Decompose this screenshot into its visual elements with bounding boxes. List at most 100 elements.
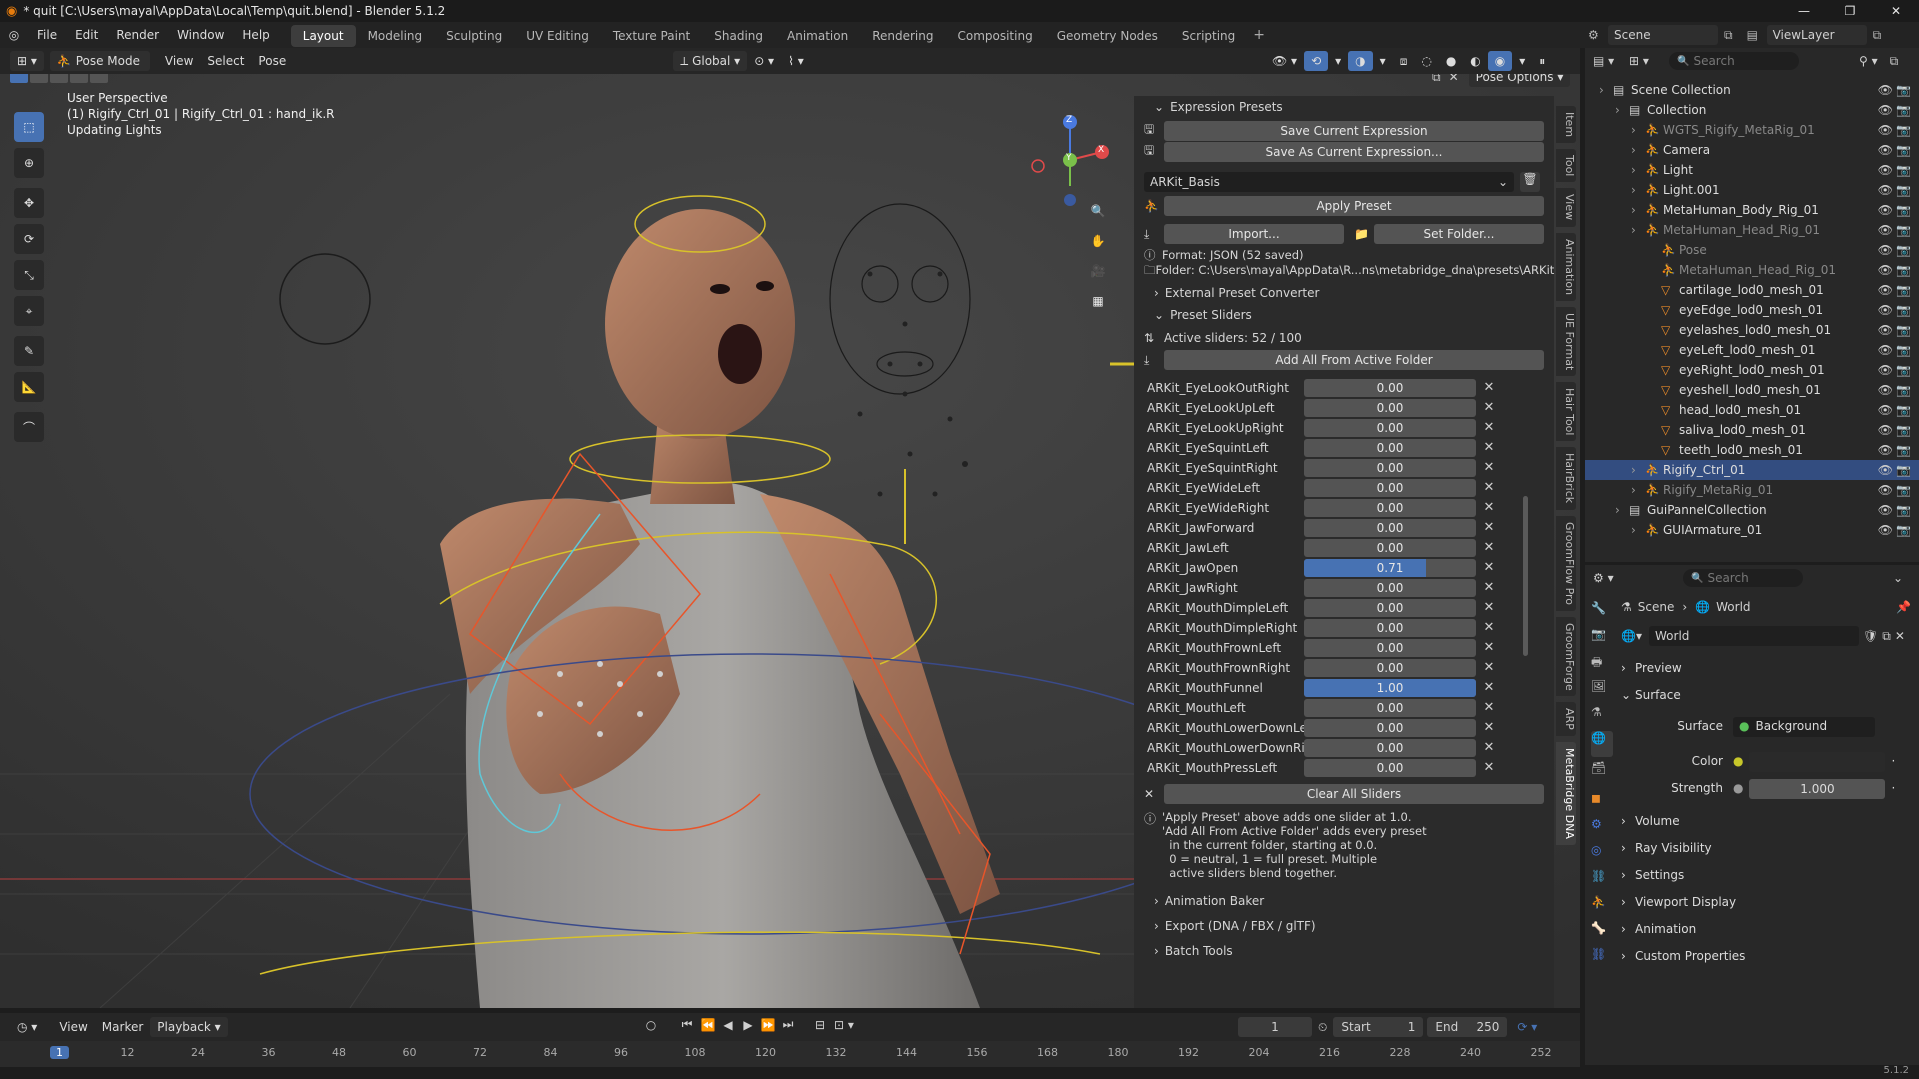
pan-hand-icon[interactable]: ✋ xyxy=(1085,228,1111,254)
render-camera-icon[interactable]: 📷 xyxy=(1896,200,1911,220)
sidebar-tab-animation[interactable]: Animation xyxy=(1556,232,1576,301)
snap-icon[interactable]: ⌇ ▾ xyxy=(781,51,811,71)
panel-custom-properties[interactable]: › Custom Properties xyxy=(1621,943,1917,970)
outliner-row[interactable]: ▽ head_lod0_mesh_01 👁 📷 xyxy=(1585,400,1919,420)
scale-tool-icon[interactable]: ⤡ xyxy=(14,260,44,290)
add-all-button[interactable]: Add All From Active Folder xyxy=(1164,350,1544,370)
remove-slider-icon[interactable]: ✕ xyxy=(1476,718,1502,738)
keying-set-icon[interactable]: ⊡ ▾ xyxy=(832,1018,856,1032)
workspace-tab-rendering[interactable]: Rendering xyxy=(860,25,945,47)
visibility-eye-icon[interactable]: 👁 xyxy=(1878,460,1893,480)
view-menu[interactable]: View xyxy=(158,51,200,71)
workspace-tab-shading[interactable]: Shading xyxy=(702,25,775,47)
sidebar-tab-metabridge-dna[interactable]: MetaBridge DNA xyxy=(1556,742,1576,845)
outliner-row[interactable]: ▽ eyeEdge_lod0_mesh_01 👁 📷 xyxy=(1585,300,1919,320)
outliner-row[interactable]: › ⛹ Light 👁 📷 xyxy=(1585,160,1919,180)
preset-dropdown[interactable]: ARKit_Basis ⌄ xyxy=(1144,172,1514,192)
expand-chevron-icon[interactable]: › xyxy=(1615,100,1629,120)
visibility-eye-icon[interactable]: 👁 xyxy=(1878,500,1893,520)
transform-tool-icon[interactable]: ⌖ xyxy=(14,296,44,326)
external-converter-header[interactable]: › External Preset Converter xyxy=(1134,282,1554,304)
workspace-tab-layout[interactable]: Layout xyxy=(290,25,356,47)
output-tab-icon[interactable]: 🖶 xyxy=(1591,653,1613,679)
pose-menu[interactable]: Pose xyxy=(251,51,293,71)
unlink-world-icon[interactable]: ✕ xyxy=(1895,629,1905,643)
scene-selector[interactable]: Scene xyxy=(1608,25,1718,45)
slider-value-field[interactable]: 0.00 xyxy=(1304,459,1476,477)
workspace-tab-scripting[interactable]: Scripting xyxy=(1170,25,1247,47)
surface-shader-field[interactable]: ● Background xyxy=(1733,716,1875,737)
cursor-tool-icon[interactable]: ⊕ xyxy=(14,148,44,178)
clear-all-button[interactable]: Clear All Sliders xyxy=(1164,784,1544,804)
render-camera-icon[interactable]: 📷 xyxy=(1896,480,1911,500)
panel-settings[interactable]: › Settings xyxy=(1621,862,1917,889)
render-camera-icon[interactable]: 📷 xyxy=(1896,100,1911,120)
remove-slider-icon[interactable]: ✕ xyxy=(1476,578,1502,598)
outliner-row[interactable]: ⛹ Pose 👁 📷 xyxy=(1585,240,1919,260)
expression-presets-header[interactable]: ⌄ Expression Presets xyxy=(1134,96,1554,118)
outliner-row[interactable]: ▽ teeth_lod0_mesh_01 👁 📷 xyxy=(1585,440,1919,460)
visibility-eye-icon[interactable]: 👁 xyxy=(1878,240,1893,260)
expand-chevron-icon[interactable]: › xyxy=(1631,480,1645,500)
remove-slider-icon[interactable]: ✕ xyxy=(1476,758,1502,778)
slider-list[interactable]: ARKit_EyeLookOutRight 0.00 ✕ ARKit_EyeLookU… xyxy=(1134,376,1554,784)
expand-chevron-icon[interactable]: › xyxy=(1631,200,1645,220)
current-frame-field[interactable]: 1 xyxy=(1238,1017,1312,1037)
new-collection-icon[interactable]: ⧉ xyxy=(1890,54,1899,69)
visibility-eye-icon[interactable]: 👁 xyxy=(1878,180,1893,200)
select-extend-icon[interactable] xyxy=(30,74,48,83)
render-camera-icon[interactable]: 📷 xyxy=(1896,220,1911,240)
world-tab-icon[interactable]: 🌐 xyxy=(1591,731,1613,757)
render-camera-icon[interactable]: 📷 xyxy=(1896,180,1911,200)
xray-icon[interactable]: ⧈ xyxy=(1393,51,1415,71)
remove-slider-icon[interactable]: ✕ xyxy=(1476,378,1502,398)
slider-value-field[interactable]: 0.00 xyxy=(1304,599,1476,617)
outliner-row[interactable]: ⛹ MetaHuman_Head_Rig_01 👁 📷 xyxy=(1585,260,1919,280)
outliner-row[interactable]: › ▤ GuiPannelCollection 👁 📷 xyxy=(1585,500,1919,520)
outliner-row[interactable]: › ⛹ WGTS_Rigify_MetaRig_01 👁 📷 xyxy=(1585,120,1919,140)
visibility-eye-icon[interactable]: 👁 xyxy=(1878,300,1893,320)
outliner-row[interactable]: ▽ eyelashes_lod0_mesh_01 👁 📷 xyxy=(1585,320,1919,340)
menu-file[interactable]: File xyxy=(28,22,66,48)
prev-keyframe-icon[interactable]: ⏪ xyxy=(698,1018,718,1032)
data-tab-icon[interactable]: ⛹ xyxy=(1591,895,1613,921)
remove-slider-icon[interactable]: ✕ xyxy=(1476,458,1502,478)
slider-value-field[interactable]: 0.00 xyxy=(1304,479,1476,497)
surface-panel[interactable]: ⌄ Surface xyxy=(1621,682,1917,709)
sidebar-tab-ue-format[interactable]: UE Format xyxy=(1556,306,1576,376)
outliner-row[interactable]: ▽ eyeLeft_lod0_mesh_01 👁 📷 xyxy=(1585,340,1919,360)
visibility-eye-icon[interactable]: 👁 xyxy=(1878,200,1893,220)
world-browse-icon[interactable]: 🌐▾ xyxy=(1621,629,1649,643)
select-box-tool-icon[interactable]: ⬚ xyxy=(14,112,44,142)
editor-type-icon[interactable]: ⊞ ▾ xyxy=(10,51,44,71)
expand-chevron-icon[interactable]: › xyxy=(1599,80,1613,100)
remove-slider-icon[interactable]: ✕ xyxy=(1476,658,1502,678)
outliner-row[interactable]: ▽ saliva_lod0_mesh_01 👁 📷 xyxy=(1585,420,1919,440)
panel-animation[interactable]: › Animation xyxy=(1621,916,1917,943)
view-layer-tab-icon[interactable]: 🖼 xyxy=(1591,679,1613,705)
slider-value-field[interactable]: 0.00 xyxy=(1304,519,1476,537)
keyframe-dot-icon[interactable]: · xyxy=(1891,748,1895,775)
visibility-eye-icon[interactable]: 👁 xyxy=(1878,480,1893,500)
rotate-tool-icon[interactable]: ⟳ xyxy=(14,224,44,254)
render-camera-icon[interactable]: 📷 xyxy=(1896,120,1911,140)
sidebar-tab-tool[interactable]: Tool xyxy=(1556,149,1576,183)
region-close-icon[interactable]: ✕ xyxy=(1449,74,1459,84)
bone-tab-icon[interactable]: 🦴 xyxy=(1591,921,1613,947)
outliner-row[interactable]: › ⛹ MetaHuman_Head_Rig_01 👁 📷 xyxy=(1585,220,1919,240)
remove-slider-icon[interactable]: ✕ xyxy=(1476,678,1502,698)
outliner-editor-icon[interactable]: ▤ ▾ xyxy=(1593,54,1629,68)
color-swatch[interactable] xyxy=(1749,751,1886,772)
remove-slider-icon[interactable]: ✕ xyxy=(1476,498,1502,518)
gizmo-toggle-icon[interactable]: ⟲ xyxy=(1304,51,1329,71)
expand-chevron-icon[interactable]: › xyxy=(1615,500,1629,520)
shading-wireframe-icon[interactable]: ◌ xyxy=(1414,51,1438,71)
expand-chevron-icon[interactable]: › xyxy=(1631,140,1645,160)
expand-chevron-icon[interactable]: › xyxy=(1631,180,1645,200)
render-camera-icon[interactable]: 📷 xyxy=(1896,320,1911,340)
visibility-eye-icon[interactable]: 👁 xyxy=(1878,320,1893,340)
jump-start-icon[interactable]: ⏮ xyxy=(676,1017,698,1032)
visibility-eye-icon[interactable]: 👁 xyxy=(1878,360,1893,380)
physics-tab-icon[interactable]: ◎ xyxy=(1591,843,1613,869)
workspace-tab-animation[interactable]: Animation xyxy=(775,25,860,47)
